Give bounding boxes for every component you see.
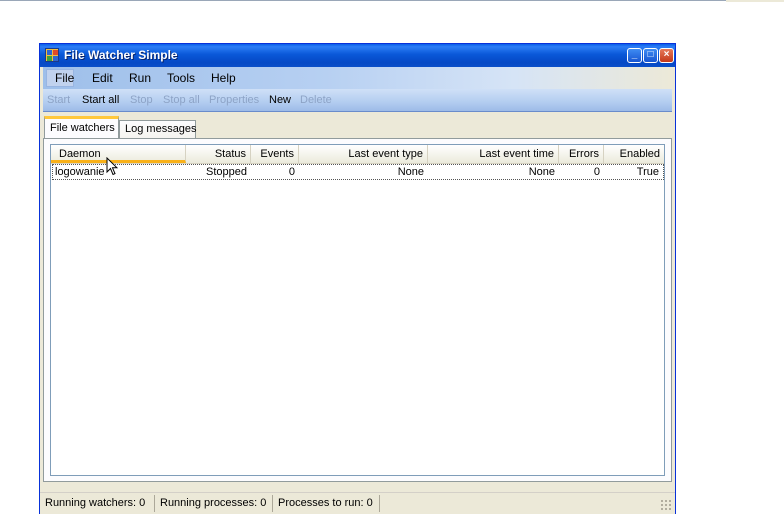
- stop-all-button[interactable]: Stop all: [163, 94, 200, 106]
- cell-errors: 0: [593, 166, 600, 178]
- start-button[interactable]: Start: [47, 94, 70, 106]
- menu-edit[interactable]: Edit: [92, 71, 113, 85]
- resize-grip-icon[interactable]: [660, 499, 672, 511]
- window-title: File Watcher Simple: [64, 48, 178, 62]
- tab-file-watchers-label: File watchers: [50, 122, 115, 134]
- watchers-list[interactable]: Daemon Status Events Last event type Las…: [50, 144, 665, 476]
- status-running-watchers: Running watchers: 0: [42, 495, 155, 512]
- mouse-cursor-icon: [106, 157, 118, 176]
- status-running-processes: Running processes: 0: [157, 495, 273, 512]
- menu-file-label: File: [55, 71, 75, 85]
- file-watchers-panel: Daemon Status Events Last event type Las…: [43, 138, 672, 482]
- stop-button[interactable]: Stop: [130, 94, 153, 106]
- main-window: File Watcher Simple _ □ × File Edit Run …: [39, 43, 676, 514]
- app-icon: [45, 48, 59, 62]
- column-events[interactable]: Events: [251, 145, 299, 163]
- cell-enabled: True: [636, 166, 659, 178]
- column-last-event-type[interactable]: Last event type: [299, 145, 428, 163]
- cell-last-event-type: None: [397, 166, 424, 178]
- cell-status: Stopped: [206, 166, 247, 178]
- minimize-icon[interactable]: _: [627, 48, 642, 63]
- top-divider: [0, 0, 784, 1]
- status-processes-to-run: Processes to run: 0: [275, 495, 380, 512]
- delete-button[interactable]: Delete: [300, 94, 332, 106]
- status-bar: Running watchers: 0 Running processes: 0…: [40, 492, 675, 514]
- cell-events: 0: [288, 166, 295, 178]
- title-bar[interactable]: File Watcher Simple _ □ ×: [40, 44, 675, 67]
- properties-button[interactable]: Properties: [209, 94, 259, 106]
- menu-run[interactable]: Run: [129, 71, 151, 85]
- column-last-event-time[interactable]: Last event time: [428, 145, 559, 163]
- column-status[interactable]: Status: [186, 145, 251, 163]
- menu-tools[interactable]: Tools: [167, 71, 195, 85]
- column-enabled[interactable]: Enabled: [604, 145, 664, 163]
- column-errors[interactable]: Errors: [559, 145, 604, 163]
- top-divider-right: [726, 0, 784, 2]
- cell-daemon: logowanie: [55, 166, 105, 178]
- column-daemon[interactable]: Daemon: [51, 145, 186, 163]
- maximize-icon[interactable]: □: [643, 48, 658, 63]
- tab-log-messages[interactable]: Log messages: [119, 120, 197, 140]
- tab-file-watchers[interactable]: File watchers: [44, 116, 119, 139]
- table-row[interactable]: logowanie Stopped 0 None None 0 True: [52, 164, 664, 180]
- close-icon[interactable]: ×: [659, 48, 674, 63]
- list-header: Daemon Status Events Last event type Las…: [51, 145, 664, 164]
- menu-help[interactable]: Help: [211, 71, 236, 85]
- toolbar: Start Start all Stop Stop all Properties…: [43, 89, 672, 112]
- cell-last-event-time: None: [528, 166, 555, 178]
- tab-log-messages-label: Log messages: [125, 123, 197, 135]
- menu-bar: File Edit Run Tools Help: [43, 67, 672, 89]
- start-all-button[interactable]: Start all: [82, 94, 119, 106]
- new-button[interactable]: New: [269, 94, 291, 106]
- menu-file[interactable]: File: [46, 69, 74, 87]
